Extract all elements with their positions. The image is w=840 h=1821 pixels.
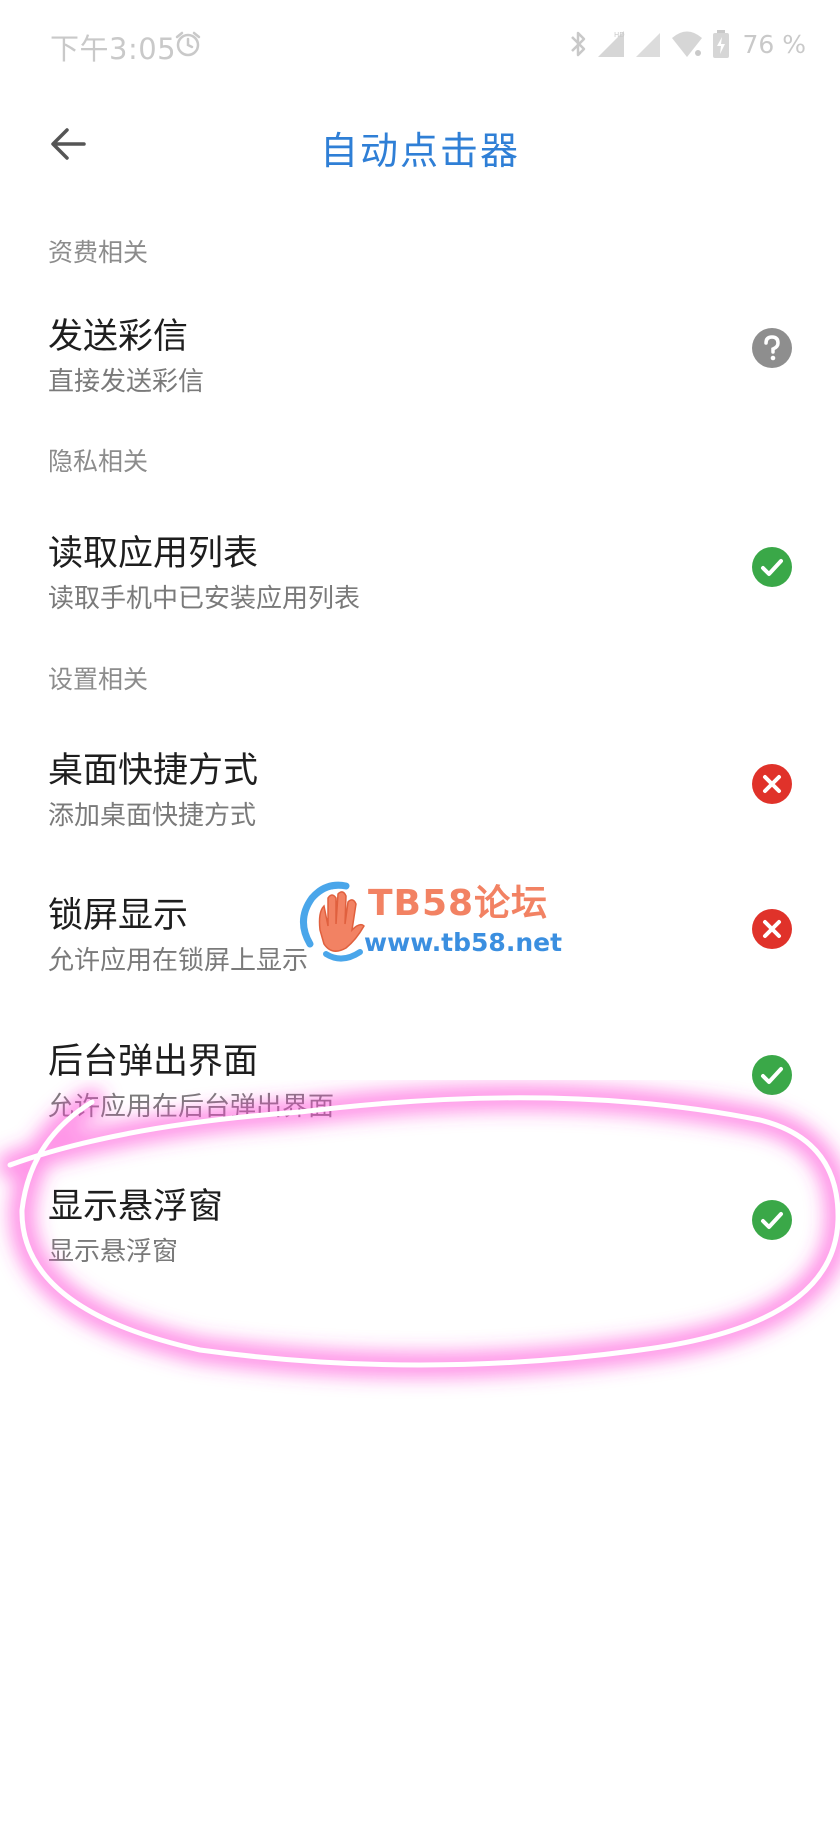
watermark-title: TB58论坛 <box>368 883 549 924</box>
svg-text:HD: HD <box>614 31 625 39</box>
permission-title: 锁屏显示 <box>48 896 189 936</box>
permission-title: 后台弹出界面 <box>48 1042 259 1082</box>
permission-row-floating-window[interactable]: 显示悬浮窗 显示悬浮窗 <box>0 1178 840 1288</box>
x-circle-icon[interactable] <box>752 764 792 804</box>
permission-row-background-popup[interactable]: 后台弹出界面 允许应用在后台弹出界面 <box>0 1033 840 1143</box>
permission-title: 桌面快捷方式 <box>48 751 259 791</box>
app-bar: 自动点击器 <box>0 100 840 190</box>
permission-title: 显示悬浮窗 <box>48 1187 224 1227</box>
check-circle-icon[interactable] <box>752 1055 792 1095</box>
permission-description: 允许应用在锁屏上显示 <box>48 946 309 976</box>
permission-row-read-app-list[interactable]: 读取应用列表 读取手机中已安装应用列表 <box>0 525 840 635</box>
question-circle-icon[interactable] <box>752 328 792 368</box>
cell-signal-icon: HD <box>596 29 626 59</box>
section-header-settings: 设置相关 <box>48 665 149 694</box>
permission-title: 读取应用列表 <box>48 534 259 574</box>
battery-percent: 76 % <box>742 29 806 59</box>
status-icons: HD 76 % <box>568 26 806 62</box>
bluetooth-icon <box>568 29 588 59</box>
page-title: 自动点击器 <box>319 129 520 173</box>
permission-description: 直接发送彩信 <box>48 367 205 397</box>
check-circle-icon[interactable] <box>752 1200 792 1240</box>
check-circle-icon[interactable] <box>752 547 792 587</box>
section-header-privacy: 隐私相关 <box>48 447 149 476</box>
permission-description: 读取手机中已安装应用列表 <box>48 584 361 614</box>
permission-title: 发送彩信 <box>48 317 189 357</box>
permission-row-send-mms[interactable]: 发送彩信 直接发送彩信 <box>0 308 840 418</box>
alarm-clock-icon <box>174 30 202 58</box>
wifi-icon <box>670 29 704 59</box>
x-circle-icon[interactable] <box>752 909 792 949</box>
status-bar: 下午3:05 HD 76 % <box>0 0 840 90</box>
watermark: TB58论坛 www.tb58.net <box>290 870 590 980</box>
permission-description: 允许应用在后台弹出界面 <box>48 1092 335 1122</box>
status-time: 下午3:05 <box>50 32 177 66</box>
permission-description: 添加桌面快捷方式 <box>48 801 257 831</box>
permission-row-desktop-shortcut[interactable]: 桌面快捷方式 添加桌面快捷方式 <box>0 742 840 852</box>
battery-charging-icon <box>712 29 730 59</box>
cell-signal-icon <box>634 29 662 59</box>
watermark-url: www.tb58.net <box>364 928 563 957</box>
permission-description: 显示悬浮窗 <box>48 1237 179 1267</box>
section-header-billing: 资费相关 <box>48 238 149 267</box>
